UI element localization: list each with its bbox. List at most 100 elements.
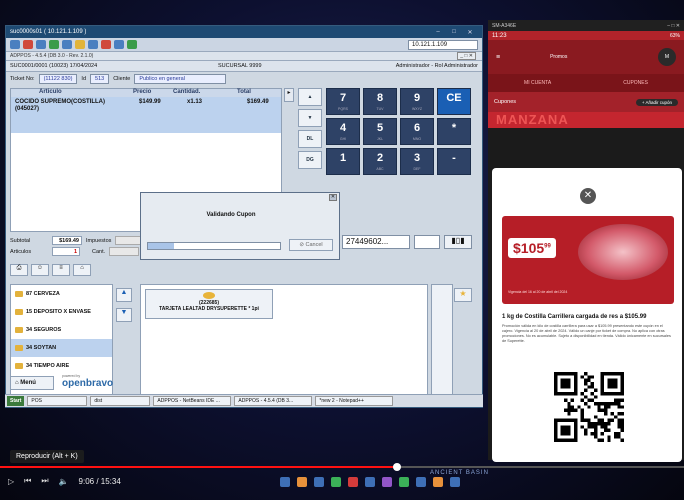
close-icon[interactable]: ✕ xyxy=(580,188,596,204)
disconnect-icon[interactable] xyxy=(23,40,33,49)
barcode-input[interactable]: 27449602... xyxy=(342,235,410,249)
product-scrollbar[interactable] xyxy=(431,284,453,396)
barcode-icon[interactable]: ▮▯▮ xyxy=(444,235,472,249)
key-2[interactable]: 2 ABC xyxy=(363,148,397,175)
customer-icon[interactable]: ☺ xyxy=(31,264,49,276)
volume-icon[interactable]: 🔈 xyxy=(59,477,69,486)
articulos-value: 1 xyxy=(52,247,80,256)
folder-icon xyxy=(15,291,23,297)
phone-titlebar: SM-A346E – □ ✕ xyxy=(488,20,684,31)
avatar[interactable]: M xyxy=(658,48,676,66)
folder-icon xyxy=(15,363,23,369)
list-icon[interactable]: ≡ xyxy=(52,264,70,276)
cancel-button[interactable]: ⊘ Cancel xyxy=(289,239,333,251)
taskbar-item[interactable]: POS xyxy=(27,396,88,406)
windows-icon[interactable] xyxy=(280,477,290,487)
app-icon[interactable] xyxy=(297,477,307,487)
category-item[interactable]: 34 TIEMPO AIRE xyxy=(11,357,112,375)
screen-icon[interactable] xyxy=(62,40,72,49)
category-item-selected[interactable]: 34 SOYTAN xyxy=(11,339,112,357)
taskbar-item[interactable]: ADPPOS - 4.5.4 (DB 3... xyxy=(234,396,313,406)
validating-coupon-dialog: ✕ Validando Cupon ⊘ Cancel xyxy=(140,192,340,260)
line-down-button[interactable]: ▼ xyxy=(298,109,322,127)
category-item[interactable]: 15 DEPOSITO X ENVASE xyxy=(11,303,112,321)
app-icon[interactable] xyxy=(416,477,426,487)
key-9[interactable]: 9 WXYZ xyxy=(400,88,434,115)
cart-icon[interactable]: ⌂ xyxy=(73,264,91,276)
app-icon[interactable] xyxy=(331,477,341,487)
app-icon[interactable] xyxy=(365,477,375,487)
record-icon[interactable] xyxy=(101,40,111,49)
discount-button[interactable]: DG xyxy=(298,151,322,169)
tab-cupones[interactable]: CUPONES xyxy=(623,80,648,86)
taskbar-item[interactable]: *new 2 - Notepad++ xyxy=(315,396,394,406)
category-up-button[interactable]: ▲ xyxy=(116,288,132,302)
folder-icon xyxy=(15,309,23,315)
app-icon[interactable] xyxy=(348,477,358,487)
admin-label: Administrador - Rol Administrador xyxy=(395,63,478,69)
video-progress-track[interactable] xyxy=(0,466,684,468)
minimize-icon[interactable]: – xyxy=(430,29,446,35)
category-item[interactable]: 87 CERVEZA xyxy=(11,285,112,303)
background-overlay-text: ANCIENT BASIN xyxy=(430,470,489,476)
dialog-close-icon[interactable]: ✕ xyxy=(329,194,337,201)
client-field[interactable]: Publico en general xyxy=(134,74,227,84)
hamburger-icon[interactable]: ≡ xyxy=(496,54,500,61)
phone-title: SM-A346E xyxy=(492,22,517,29)
app-icon[interactable] xyxy=(399,477,409,487)
key-minus[interactable]: - xyxy=(437,148,471,175)
phone-window-controls[interactable]: – □ ✕ xyxy=(667,23,680,29)
key-3[interactable]: 3 DEF xyxy=(400,148,434,175)
meat-image xyxy=(578,224,668,280)
key-7[interactable]: 7 PQRS xyxy=(326,88,360,115)
key-multiply[interactable]: * xyxy=(437,118,471,145)
settings-icon[interactable] xyxy=(36,40,46,49)
tab-mi-cuenta[interactable]: MI CUENTA xyxy=(524,80,551,86)
product-tile[interactable]: (222685) TARJETA LEALTAD DRYSUPERETTE * … xyxy=(145,289,273,319)
favorite-star-icon[interactable]: ★ xyxy=(454,288,472,302)
key-5[interactable]: 5 JKL xyxy=(363,118,397,145)
app-icon[interactable] xyxy=(382,477,392,487)
key-ce[interactable]: CE xyxy=(437,88,471,115)
video-controls: ▷ ⏮ ⏭ 🔈 9:06 / 15:34 xyxy=(8,476,121,486)
add-coupon-button[interactable]: + Añadir cupón xyxy=(635,98,678,106)
maximize-icon[interactable]: □ xyxy=(446,29,462,35)
line-up-button[interactable]: ▲ xyxy=(298,88,322,106)
app-icon[interactable] xyxy=(433,477,443,487)
close-icon[interactable]: ✕ xyxy=(462,29,478,36)
key-4[interactable]: 4 GHI xyxy=(326,118,360,145)
video-progress-played xyxy=(0,466,397,468)
menu-button[interactable]: ⌂ Menú xyxy=(10,376,54,390)
window-controls[interactable]: _ □ ✕ xyxy=(457,52,476,60)
store-banner: MANZANA xyxy=(488,112,684,128)
play-icon[interactable]: ▷ xyxy=(8,477,14,486)
refresh-icon[interactable] xyxy=(49,40,59,49)
key-8[interactable]: 8 TUV xyxy=(363,88,397,115)
file-transfer-icon[interactable] xyxy=(88,40,98,49)
connect-icon[interactable] xyxy=(10,40,20,49)
taskbar-item[interactable]: ADPPOS - NetBeans IDE ... xyxy=(153,396,232,406)
category-down-button[interactable]: ▼ xyxy=(116,308,132,322)
start-button[interactable]: Start xyxy=(7,396,25,406)
chat-icon[interactable] xyxy=(75,40,85,49)
order-line-row[interactable]: COCIDO SUPREMO(COSTILLA) (045027) $149.9… xyxy=(11,97,281,133)
keyboard-icon[interactable] xyxy=(127,40,137,49)
ip-address-field[interactable]: 10.121.1.109 xyxy=(408,39,478,50)
app-icon[interactable] xyxy=(314,477,324,487)
quantity-input[interactable] xyxy=(414,235,440,249)
product-panel: (222685) TARJETA LEALTAD DRYSUPERETTE * … xyxy=(140,284,428,396)
phone-battery: 63% xyxy=(669,32,680,39)
line-edit-button[interactable]: ▸ xyxy=(284,88,294,102)
print-icon[interactable]: ⎙ xyxy=(10,264,28,276)
taskbar-item[interactable]: dist xyxy=(90,396,151,406)
video-scrubber-handle[interactable] xyxy=(392,463,401,471)
delete-line-button[interactable]: DL xyxy=(298,130,322,148)
view-icon[interactable] xyxy=(114,40,124,49)
promo-title: 1 kg de Costilla Carrillera cargada de r… xyxy=(502,314,647,320)
key-1[interactable]: 1 xyxy=(326,148,360,175)
key-6[interactable]: 6 MNO xyxy=(400,118,434,145)
category-item[interactable]: 34 SEGUROS xyxy=(11,321,112,339)
app-icon[interactable] xyxy=(450,477,460,487)
skip-previous-icon[interactable]: ⏮ xyxy=(24,476,31,486)
skip-next-icon[interactable]: ⏭ xyxy=(41,476,48,486)
